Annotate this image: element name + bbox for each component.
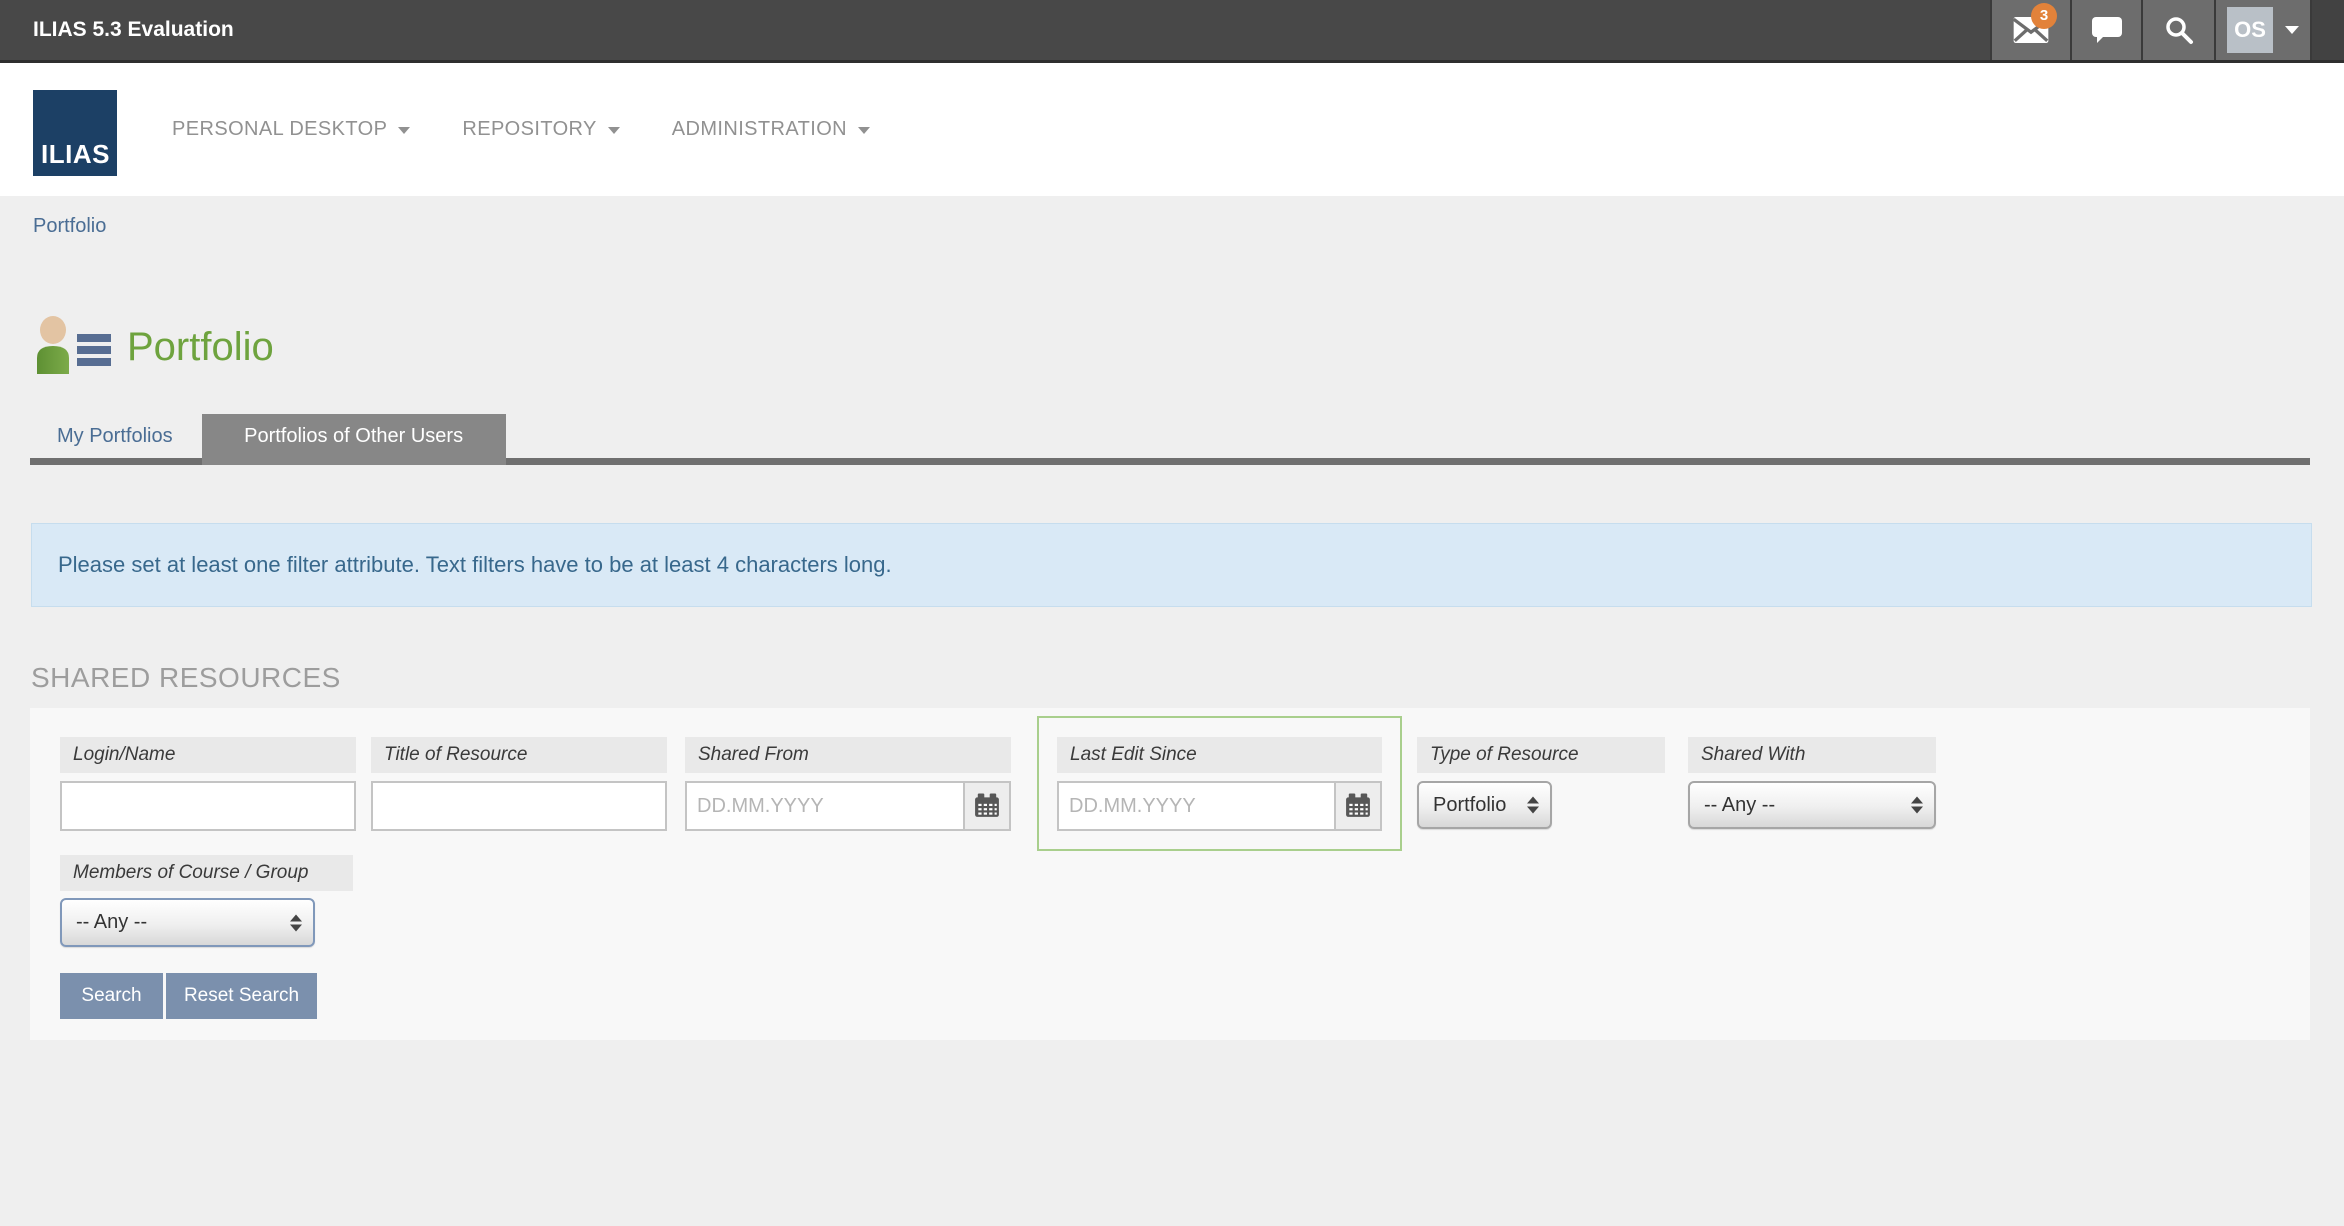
reset-search-button[interactable]: Reset Search [166,973,317,1019]
top-bar-corner [2310,0,2344,60]
search-button[interactable] [2141,0,2214,60]
chevron-down-icon [2285,26,2299,34]
title-of-resource-input[interactable] [371,781,667,831]
login-name-input[interactable] [60,781,356,831]
top-bar-actions: 3 OS [1990,0,2344,60]
info-message: Please set at least one filter attribute… [31,523,2312,607]
app-title: ILIAS 5.3 Evaluation [33,0,234,60]
chat-button[interactable] [2070,0,2141,60]
chevron-down-icon [398,127,410,134]
menu-administration[interactable]: ADMINISTRATION [672,118,870,141]
select-stepper-icon [1527,797,1539,814]
main-menu: PERSONAL DESKTOP REPOSITORY ADMINISTRATI… [172,63,870,196]
menu-personal-desktop[interactable]: PERSONAL DESKTOP [172,118,410,141]
select-stepper-icon [1911,797,1923,814]
title-of-resource-label: Title of Resource [371,737,667,773]
last-edit-since-label: Last Edit Since [1057,737,1382,773]
tab-my-portfolios[interactable]: My Portfolios [40,414,190,458]
portfolio-icon [33,316,111,374]
last-edit-since-field [1057,781,1382,831]
logo-text: ILIAS [41,139,110,170]
members-of-course-group-label: Members of Course / Group [60,855,353,891]
shared-with-select[interactable]: -- Any -- [1688,781,1936,829]
breadcrumb: Portfolio [33,215,106,238]
page-header: Portfolio [33,316,274,374]
top-bar: ILIAS 5.3 Evaluation 3 OS [0,0,2344,63]
shared-with-value: -- Any -- [1704,794,1775,817]
chevron-down-icon [608,127,620,134]
select-stepper-icon [290,914,302,931]
members-of-course-group-value: -- Any -- [76,911,147,934]
chevron-down-icon [858,127,870,134]
ilias-logo[interactable]: ILIAS [33,90,117,176]
form-title: SHARED RESOURCES [31,662,341,694]
search-button[interactable]: Search [60,973,163,1019]
avatar: OS [2227,7,2273,53]
menu-administration-label: ADMINISTRATION [672,118,847,141]
shared-from-field [685,781,1011,831]
tab-portfolios-of-other-users[interactable]: Portfolios of Other Users [202,414,506,465]
menu-repository-label: REPOSITORY [462,118,596,141]
shared-from-calendar-button[interactable] [963,783,1009,829]
last-edit-since-calendar-button[interactable] [1334,783,1380,829]
info-message-text: Please set at least one filter attribute… [58,552,892,578]
calendar-icon [1345,793,1371,819]
mail-button[interactable]: 3 [1990,0,2070,60]
shared-from-input[interactable] [687,783,963,829]
header-band: ILIAS PERSONAL DESKTOP REPOSITORY ADMINI… [0,63,2344,196]
shared-resources-filter-panel: Login/Name Title of Resource Shared From… [30,708,2310,1040]
type-of-resource-label: Type of Resource [1417,737,1665,773]
menu-repository[interactable]: REPOSITORY [462,118,619,141]
tab-bar: My Portfolios Portfolios of Other Users [30,414,2310,465]
page-title: Portfolio [127,322,274,374]
calendar-icon [974,793,1000,819]
breadcrumb-portfolio-link[interactable]: Portfolio [33,215,106,237]
type-of-resource-select[interactable]: Portfolio [1417,781,1552,829]
chat-icon [2091,16,2123,44]
shared-from-label: Shared From [685,737,1011,773]
login-name-label: Login/Name [60,737,356,773]
last-edit-since-input[interactable] [1059,783,1334,829]
mail-count-badge: 3 [2031,3,2057,29]
menu-personal-desktop-label: PERSONAL DESKTOP [172,118,387,141]
type-of-resource-value: Portfolio [1433,794,1506,817]
search-icon [2164,15,2194,45]
user-menu-button[interactable]: OS [2214,0,2310,60]
shared-with-label: Shared With [1688,737,1936,773]
members-of-course-group-select[interactable]: -- Any -- [60,898,315,947]
